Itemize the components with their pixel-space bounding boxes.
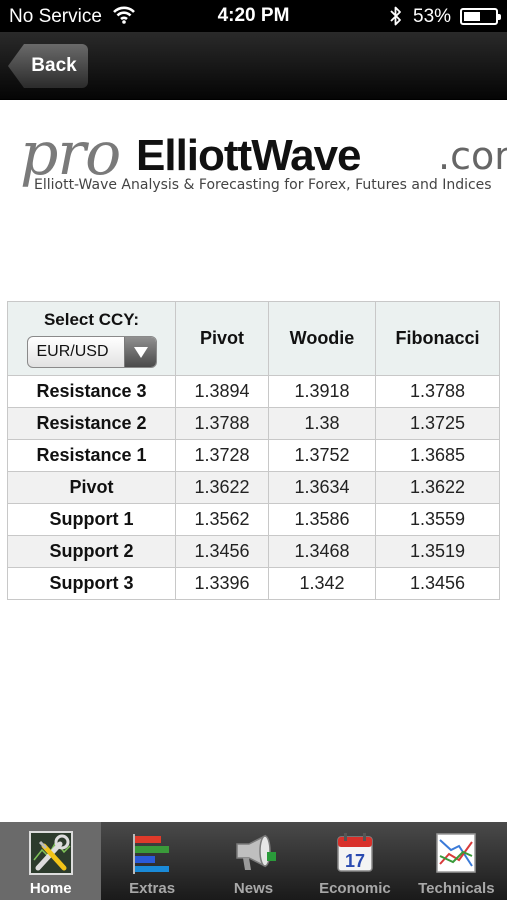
table-cell: 1.3396 [175,567,269,600]
tab-bar: Home Extras News 17 Economic Technicals [0,822,507,900]
logo-brand-text: ElliottWave [136,131,362,180]
table-cell: 1.3788 [175,407,269,440]
row-label: Support 3 [7,567,176,600]
table-cell: 1.3586 [268,503,376,536]
table-cell: 1.38 [268,407,376,440]
battery-percent: 53% [413,6,452,27]
back-button[interactable]: Back [8,44,88,88]
row-label: Resistance 1 [7,439,176,472]
column-header-fibonacci: Fibonacci [375,301,500,376]
column-header-woodie: Woodie [268,301,376,376]
logo-tagline: Elliott-Wave Analysis & Forecasting for … [34,177,492,193]
tab-home-label: Home [29,880,72,897]
row-label: Pivot [7,471,176,504]
table-body: Resistance 3 1.3894 1.3918 1.3788 Resistance… [7,375,500,600]
table-row: Pivot 1.3622 1.3634 1.3622 [7,471,500,504]
logo-dotcom-text: .com [438,134,507,178]
tab-news-label: News [233,880,274,897]
table-cell: 1.3728 [175,439,269,472]
table-cell: 1.3634 [268,471,376,504]
column-header-pivot: Pivot [175,301,269,376]
row-label: Support 1 [7,503,176,536]
pro-elliottwave-logo: pro ElliottWave .com Elliott-Wave Analys… [20,119,507,199]
tab-economic[interactable]: 17 Economic [304,822,405,900]
battery-icon [460,8,501,25]
table-cell: 1.3468 [268,535,376,568]
battery-fill [464,12,480,21]
tab-technicals-label: Technicals [418,880,495,897]
table-cell: 1.3685 [375,439,500,472]
calendar-icon: 17 [337,833,373,872]
table-row: Resistance 1 1.3728 1.3752 1.3685 [7,439,500,472]
chevron-down-icon [123,336,156,367]
table-cell: 1.3519 [375,535,500,568]
ccy-select[interactable]: EUR/USD [26,335,157,368]
table-row: Support 2 1.3456 1.3468 1.3519 [7,535,500,568]
tab-extras[interactable]: Extras [101,822,202,900]
status-bar: No Service 4:20 PM 53% [0,0,507,32]
table-row: Resistance 2 1.3788 1.38 1.3725 [7,407,500,440]
table-cell: 1.342 [268,567,376,600]
tab-economic-label: Economic [319,880,391,897]
tab-technicals[interactable]: Technicals [406,822,507,900]
tab-home[interactable]: Home [0,822,102,900]
row-label: Resistance 3 [7,375,176,408]
table-cell: 1.3752 [268,439,376,472]
table-cell: 1.3622 [375,471,500,504]
megaphone-icon [235,834,276,870]
table-row: Resistance 3 1.3894 1.3918 1.3788 [7,375,500,408]
table-cell: 1.3456 [375,567,500,600]
tab-extras-label: Extras [129,880,176,897]
table-row: Support 3 1.3396 1.342 1.3456 [7,567,500,600]
table-cell: 1.3622 [175,471,269,504]
table-header-row: Select CCY: EUR/USD Pivot Woodie Fibonac… [7,301,500,376]
bluetooth-icon [390,6,401,26]
table-cell: 1.3788 [375,375,500,408]
table-cell: 1.3456 [175,535,269,568]
calendar-day: 17 [345,851,365,871]
table-cell: 1.3562 [175,503,269,536]
tab-news[interactable]: News [203,822,304,900]
row-label: Support 2 [7,535,176,568]
row-label: Resistance 2 [7,407,176,440]
table-cell: 1.3894 [175,375,269,408]
table-row: Support 1 1.3562 1.3586 1.3559 [7,503,500,536]
navigation-bar: Back [0,32,507,100]
select-ccy-label: Select CCY: [43,309,140,329]
table-cell: 1.3918 [268,375,376,408]
tools-icon [28,831,73,875]
table-cell: 1.3559 [375,503,500,536]
bar-chart-icon [133,834,170,874]
ccy-selected-value: EUR/USD [36,342,109,360]
table-cell: 1.3725 [375,407,500,440]
line-chart-icon [436,833,477,873]
ccy-select-cell: Select CCY: EUR/USD [7,301,176,376]
pivot-points-table: Select CCY: EUR/USD Pivot Woodie Fibonac… [7,301,500,600]
